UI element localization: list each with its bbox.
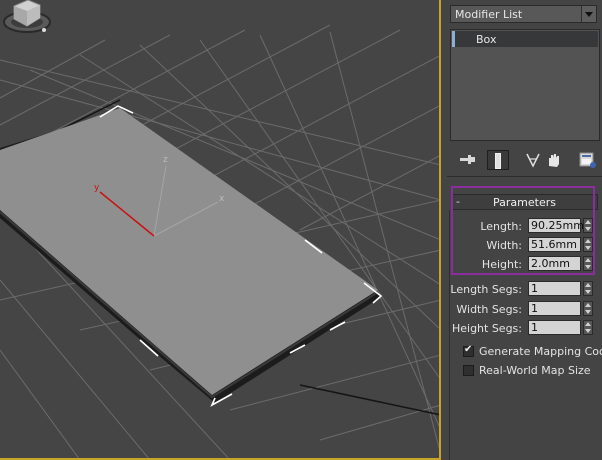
- parameters-rollout-header[interactable]: - Parameters: [451, 194, 598, 210]
- x-axis-label: x: [219, 194, 225, 204]
- stack-item-label: Box: [476, 33, 497, 46]
- show-end-result-icon: [495, 153, 501, 169]
- box-object[interactable]: [0, 108, 381, 403]
- parameters-title: Parameters: [493, 196, 556, 209]
- height-segs-label: Height Segs:: [451, 322, 522, 335]
- modifier-stack[interactable]: Box: [450, 29, 600, 141]
- pin-stack-icon: [460, 155, 475, 164]
- width-label: Width:: [486, 239, 522, 252]
- divider: [447, 176, 602, 177]
- length-label: Length:: [480, 220, 522, 233]
- length-segs-label: Length Segs:: [450, 283, 522, 296]
- height-field[interactable]: 2.0mm: [528, 256, 581, 271]
- width-segs-field[interactable]: 1: [528, 301, 581, 316]
- stack-item-box[interactable]: Box: [452, 31, 598, 47]
- make-unique-button[interactable]: [523, 150, 545, 170]
- length-row: Length: 90.25mm: [450, 218, 600, 234]
- length-segs-field[interactable]: 1: [528, 281, 581, 296]
- length-field[interactable]: 90.25mm: [528, 218, 584, 233]
- height-label: Height:: [481, 258, 522, 271]
- modifier-stack-toolbar: [451, 150, 601, 172]
- generate-mapping-coords-label: Generate Mapping Coords.: [479, 345, 602, 358]
- length-segs-row: Length Segs: 1: [450, 281, 600, 297]
- modifier-list-dropdown[interactable]: Modifier List: [450, 5, 597, 23]
- chevron-down-icon[interactable]: [581, 6, 596, 22]
- height-row: Height: 2.0mm: [450, 256, 600, 272]
- width-spinner[interactable]: [583, 237, 593, 252]
- configure-modifier-sets-button[interactable]: [577, 150, 599, 170]
- remove-modifier-icon: [549, 154, 559, 167]
- length-spinner[interactable]: [583, 218, 593, 233]
- y-axis-label: y: [94, 183, 100, 193]
- height-segs-row: Height Segs: 1: [450, 320, 600, 336]
- generate-mapping-coords-checkbox[interactable]: Generate Mapping Coords.: [463, 344, 602, 360]
- height-segs-spinner[interactable]: [583, 320, 593, 335]
- width-segs-label: Width Segs:: [456, 303, 522, 316]
- width-row: Width: 51.6mm: [450, 237, 600, 253]
- viewport-canvas[interactable]: z x y: [0, 0, 441, 460]
- length-segs-spinner[interactable]: [583, 281, 593, 296]
- real-world-map-size-label: Real-World Map Size: [479, 364, 591, 377]
- width-segs-row: Width Segs: 1: [450, 301, 600, 317]
- checkbox-unchecked-icon[interactable]: [463, 365, 474, 376]
- viewcube[interactable]: [0, 0, 54, 38]
- configure-modifier-sets-icon: [579, 152, 596, 168]
- z-axis-label: z: [163, 155, 168, 165]
- make-unique-icon: [526, 153, 540, 168]
- modify-command-panel: Modifier List Box - Parameters Length: 9…: [443, 0, 602, 460]
- width-segs-spinner[interactable]: [583, 301, 593, 316]
- real-world-map-size-checkbox[interactable]: Real-World Map Size: [463, 364, 602, 379]
- show-end-result-button[interactable]: [487, 150, 509, 170]
- height-segs-field[interactable]: 1: [528, 320, 581, 335]
- perspective-viewport[interactable]: z x y: [0, 0, 441, 460]
- height-spinner[interactable]: [583, 256, 593, 271]
- checkbox-checked-icon[interactable]: [463, 344, 474, 357]
- parameters-rollout: Length: 90.25mm Width: 51.6mm Height: 2.…: [449, 210, 602, 460]
- modifier-list-label: Modifier List: [455, 8, 523, 21]
- remove-modifier-button[interactable]: [543, 150, 565, 170]
- pin-stack-button[interactable]: [457, 150, 479, 170]
- width-field[interactable]: 51.6mm: [528, 237, 581, 252]
